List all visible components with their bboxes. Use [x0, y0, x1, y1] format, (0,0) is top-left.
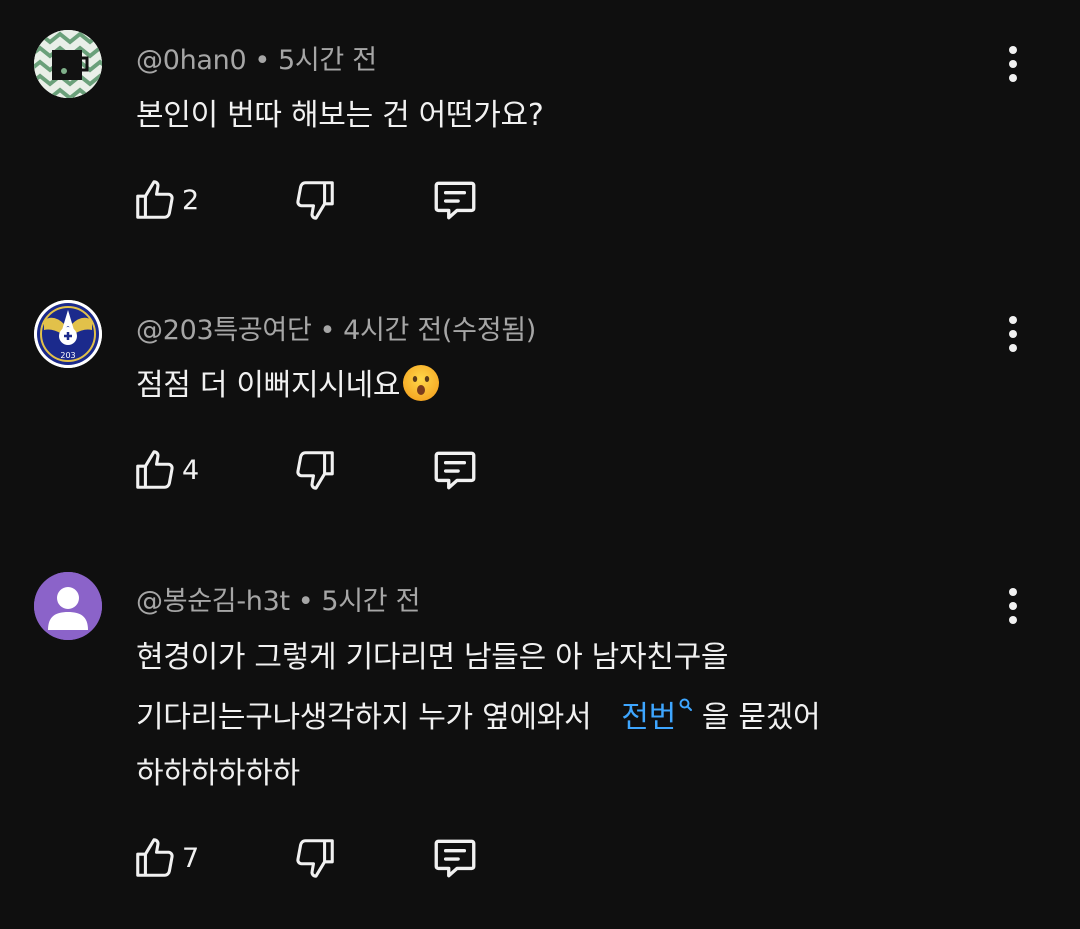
- thumbs-up-icon: [136, 450, 174, 489]
- comment-time: 5시간 전: [321, 586, 421, 617]
- comment-author[interactable]: @봉순김-h3t: [136, 586, 290, 617]
- comment-text-line: 을 묻겠어: [701, 700, 821, 735]
- avatar[interactable]: [34, 30, 102, 98]
- comment-text-line: 본인이 번따 해보는 건 어떤가요?: [136, 98, 544, 133]
- comment-text: 점점 더 이뻐지시네요: [136, 360, 440, 404]
- more-options-button[interactable]: [996, 310, 1030, 358]
- dislike-button[interactable]: [292, 440, 338, 500]
- more-vertical-icon: [1009, 588, 1017, 596]
- reply-icon: [434, 181, 476, 220]
- comment-text-line: 현경이가 그렇게 기다리면 남들은 아 남자친구을: [136, 640, 729, 675]
- emblem-avatar-icon: 203: [34, 300, 102, 368]
- separator-dot: •: [319, 315, 336, 346]
- comment-text: 본인이 번따 해보는 건 어떤가요?: [136, 90, 544, 134]
- pattern-avatar-icon: [34, 30, 102, 98]
- comment-meta: @0han0 • 5시간 전: [136, 38, 377, 77]
- comment-text: 기다리는구나생각하지 누가 옆에와서 전번 을 묻겠어: [136, 692, 821, 736]
- like-button[interactable]: 7: [132, 828, 199, 888]
- avatar[interactable]: [34, 572, 102, 640]
- comment-text-line: 기다리는구나생각하지 누가 옆에와서: [136, 700, 592, 735]
- comment-author[interactable]: @0han0: [136, 45, 247, 76]
- comment-actions: 2: [132, 170, 532, 230]
- thumbs-up-icon: [136, 180, 174, 219]
- thumbs-down-icon: [296, 451, 334, 490]
- surprised-face-emoji: [403, 365, 440, 401]
- comment-meta: @203특공여단 • 4시간 전(수정됨): [136, 308, 536, 347]
- reply-button[interactable]: [430, 170, 480, 230]
- more-vertical-icon: [1009, 46, 1017, 54]
- comment-text: 현경이가 그렇게 기다리면 남들은 아 남자친구을: [136, 632, 728, 676]
- comment-text-line: 하하하하하하: [136, 756, 300, 791]
- comment-text-line: 점점 더 이뻐지시네요: [136, 368, 401, 403]
- comment-time: 4시간 전(수정됨): [343, 315, 537, 346]
- dislike-button[interactable]: [292, 170, 338, 230]
- dislike-button[interactable]: [292, 828, 338, 888]
- thumbs-up-icon: [136, 838, 174, 877]
- comment-actions: 7: [132, 828, 532, 888]
- more-options-button[interactable]: [996, 582, 1030, 630]
- comment-time: 5시간 전: [277, 45, 377, 76]
- like-count: 4: [182, 454, 200, 486]
- comment-meta: @봉순김-h3t • 5시간 전: [136, 579, 420, 618]
- comment-text: 하하하하하하: [136, 748, 300, 792]
- like-count: 2: [182, 184, 200, 216]
- thumbs-down-icon: [296, 181, 334, 220]
- thumbs-down-icon: [296, 839, 334, 878]
- comment-actions: 4: [132, 440, 532, 500]
- reply-icon: [434, 839, 476, 878]
- search-link[interactable]: 전번: [621, 698, 694, 735]
- like-button[interactable]: 4: [132, 440, 199, 500]
- more-options-button[interactable]: [996, 40, 1030, 88]
- avatar[interactable]: 203: [34, 300, 102, 368]
- reply-button[interactable]: [430, 440, 480, 500]
- more-vertical-icon: [1009, 316, 1017, 324]
- like-count: 7: [182, 842, 200, 874]
- search-icon: [679, 698, 692, 711]
- like-button[interactable]: 2: [132, 170, 199, 230]
- reply-button[interactable]: [430, 828, 480, 888]
- comment-author[interactable]: @203특공여단: [136, 315, 312, 346]
- search-link-text: 전번: [621, 700, 676, 735]
- separator-dot: •: [254, 45, 270, 76]
- separator-dot: •: [297, 586, 314, 617]
- reply-icon: [434, 451, 476, 490]
- avatar-badge: 203: [60, 351, 75, 360]
- default-person-avatar-icon: [34, 572, 102, 640]
